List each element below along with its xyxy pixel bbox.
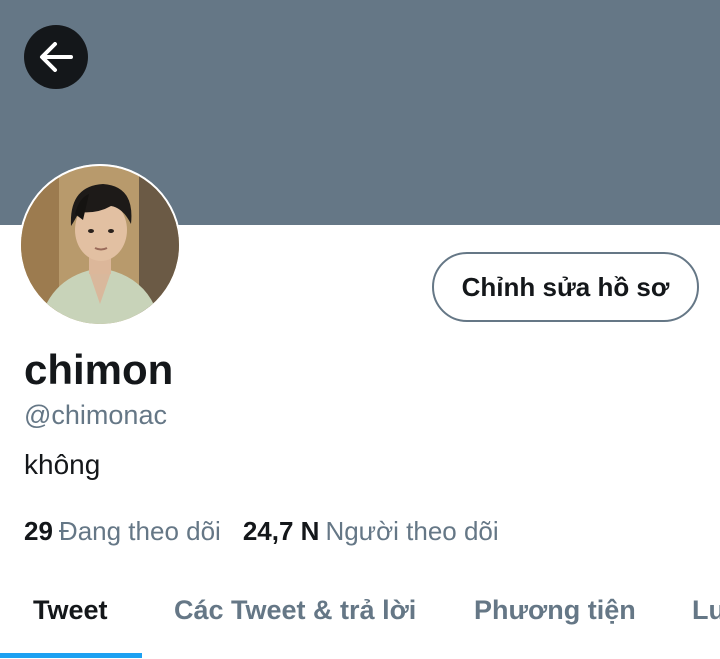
back-button[interactable] — [24, 25, 88, 89]
tab-likes[interactable]: Lư — [692, 592, 720, 628]
active-tab-indicator — [0, 653, 142, 658]
user-handle: @chimonac — [24, 400, 167, 430]
following-label: Đang theo dõi — [58, 516, 221, 546]
arrow-left-icon — [40, 42, 73, 72]
following-count: 29 — [24, 516, 53, 546]
tab-media[interactable]: Phương tiện — [474, 592, 636, 628]
tab-tweets-and-replies[interactable]: Các Tweet & trả lời — [174, 592, 416, 628]
followers-label: Người theo dõi — [325, 516, 499, 546]
profile-bio: không — [24, 449, 101, 480]
edit-profile-button[interactable]: Chỉnh sửa hồ sơ — [432, 252, 699, 322]
tab-tweets[interactable]: Tweet — [33, 592, 108, 628]
profile-stats: 29 Đang theo dõi 24,7 N Người theo dõi — [24, 514, 499, 548]
followers-stat[interactable]: 24,7 N Người theo dõi — [243, 514, 499, 548]
display-name: chimon — [24, 346, 174, 393]
following-stat[interactable]: 29 Đang theo dõi — [24, 514, 221, 548]
followers-count: 24,7 N — [242, 516, 320, 546]
profile-tabs: Tweet Các Tweet & trả lời Phương tiện Lư — [0, 570, 720, 659]
avatar-photo — [19, 164, 181, 326]
avatar[interactable] — [19, 164, 181, 326]
